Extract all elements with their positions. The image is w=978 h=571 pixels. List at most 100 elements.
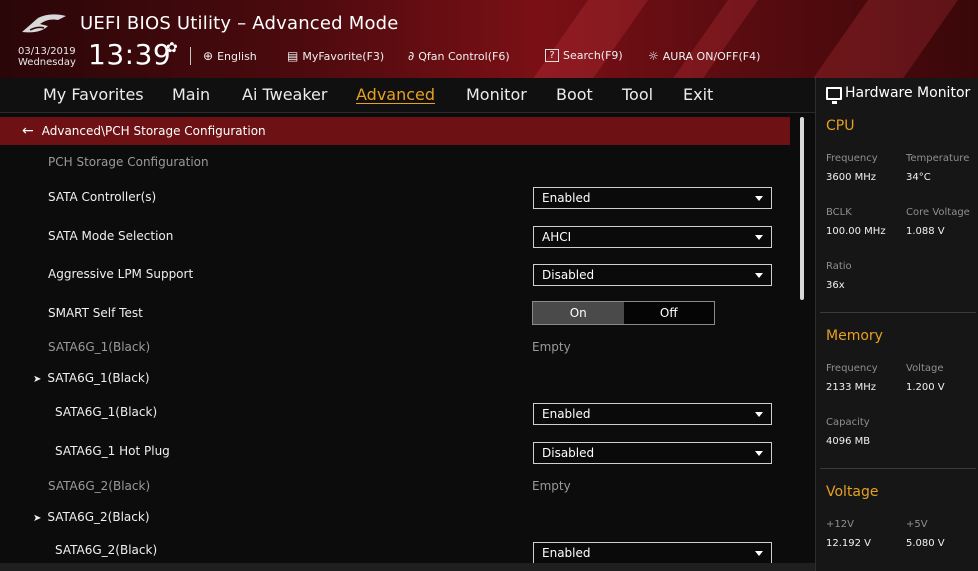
setting-label: SMART Self Test xyxy=(48,306,143,320)
myfavorite-button[interactable]: ▤ MyFavorite(F3) xyxy=(287,49,384,63)
memory-voltage-label: Voltage xyxy=(906,363,944,374)
header-decoration xyxy=(664,0,766,78)
submenu-label: ➤ SATA6G_1(Black) xyxy=(33,371,150,385)
weekday-text: Wednesday xyxy=(18,57,76,68)
submenu-sata1[interactable]: ➤ SATA6G_1(Black) xyxy=(0,367,790,403)
v12-label: +12V xyxy=(826,519,854,530)
v5-value: 5.080 V xyxy=(906,538,945,549)
setting-sata1-port: SATA6G_1(Black) Enabled xyxy=(0,399,790,435)
memory-voltage-value: 1.200 V xyxy=(906,382,945,393)
tab-my-favorites[interactable]: My Favorites xyxy=(43,85,144,104)
setting-label: SATA Mode Selection xyxy=(48,229,174,243)
section-title: PCH Storage Configuration xyxy=(48,155,209,169)
submenu-text: SATA6G_2(Black) xyxy=(47,510,150,524)
submenu-text: SATA6G_1(Black) xyxy=(47,371,150,385)
header-decoration xyxy=(524,0,656,78)
dropdown-value: AHCI xyxy=(542,230,572,244)
submenu-sata2[interactable]: ➤ SATA6G_2(Black) xyxy=(0,507,790,543)
search-button[interactable]: ? Search(F9) xyxy=(545,49,623,62)
question-box-icon: ? xyxy=(545,49,559,62)
port-status-value: Empty xyxy=(532,340,571,354)
sata-mode-dropdown[interactable]: AHCI xyxy=(533,226,772,248)
search-label: Search(F9) xyxy=(563,49,623,62)
cpu-heading: CPU xyxy=(826,118,855,134)
settings-list: PCH Storage Configuration SATA Controlle… xyxy=(0,145,800,571)
chevron-down-icon xyxy=(755,412,763,417)
chevron-down-icon xyxy=(755,196,763,201)
globe-icon: ⊕ xyxy=(203,49,214,63)
tab-boot[interactable]: Boot xyxy=(556,85,593,104)
gear-icon[interactable]: ✿ xyxy=(166,40,178,56)
tab-monitor[interactable]: Monitor xyxy=(466,85,527,104)
section-divider xyxy=(820,312,976,313)
date-text: 03/13/2019 xyxy=(18,46,76,57)
bottom-bar xyxy=(0,563,815,571)
setting-label: SATA6G_1(Black) xyxy=(55,405,158,419)
hw-title-text: Hardware Monitor xyxy=(845,85,971,101)
tab-tool[interactable]: Tool xyxy=(622,85,653,104)
port-status-value: Empty xyxy=(532,479,571,493)
chevron-down-icon xyxy=(755,273,763,278)
fan-icon: ∂ xyxy=(408,49,415,63)
submenu-arrow-icon: ➤ xyxy=(33,513,42,524)
hardware-monitor-panel: Hardware Monitor CPU Frequency Temperatu… xyxy=(815,78,978,571)
sata2-port-dropdown[interactable]: Enabled xyxy=(533,542,772,564)
cpu-temperature-label: Temperature xyxy=(906,153,970,164)
language-button[interactable]: ⊕ English xyxy=(203,49,257,63)
dropdown-value: Enabled xyxy=(542,546,591,560)
cpu-temperature-value: 34°C xyxy=(906,172,931,183)
date-display: 03/13/2019 Wednesday xyxy=(18,46,76,68)
aura-label: AURA ON/OFF(F4) xyxy=(662,49,761,63)
smart-self-test-toggle[interactable]: On Off xyxy=(532,301,715,325)
header-divider xyxy=(190,47,191,65)
clock: 13:39 xyxy=(88,38,172,71)
aggressive-lpm-dropdown[interactable]: Disabled xyxy=(533,264,772,286)
setting-label: SATA6G_1(Black) xyxy=(48,340,151,354)
settings-scrollbar[interactable] xyxy=(800,117,804,300)
aura-light-icon: ☼ xyxy=(648,49,659,63)
setting-sata1-hotplug: SATA6G_1 Hot Plug Disabled xyxy=(0,438,790,474)
tab-advanced[interactable]: Advanced xyxy=(356,85,435,104)
breadcrumb: ← Advanced\PCH Storage Configuration xyxy=(0,117,790,145)
qfan-control-button[interactable]: ∂ Qfan Control(F6) xyxy=(408,49,510,63)
toggle-off-option[interactable]: Off xyxy=(623,302,714,324)
core-voltage-value: 1.088 V xyxy=(906,226,945,237)
submenu-arrow-icon: ➤ xyxy=(33,374,42,385)
section-divider xyxy=(820,468,976,469)
language-label: English xyxy=(217,49,257,63)
section-header: PCH Storage Configuration xyxy=(0,145,790,181)
memory-frequency-label: Frequency xyxy=(826,363,878,374)
rog-logo-icon xyxy=(22,14,66,33)
title-bar: UEFI BIOS Utility – Advanced Mode 03/13/… xyxy=(0,0,978,78)
monitor-icon xyxy=(826,86,842,104)
setting-label: SATA6G_1 Hot Plug xyxy=(55,444,170,458)
sata-controllers-dropdown[interactable]: Enabled xyxy=(533,187,772,209)
setting-sata-controllers: SATA Controller(s) Enabled xyxy=(0,181,790,217)
setting-label: Aggressive LPM Support xyxy=(48,267,194,281)
tab-ai-tweaker[interactable]: Ai Tweaker xyxy=(242,85,327,104)
dropdown-value: Enabled xyxy=(542,407,591,421)
tab-main[interactable]: Main xyxy=(172,85,210,104)
sata1-port-dropdown[interactable]: Enabled xyxy=(533,403,772,425)
back-arrow-icon[interactable]: ← xyxy=(22,123,34,139)
header-decoration xyxy=(804,0,966,78)
sata1-hotplug-dropdown[interactable]: Disabled xyxy=(533,442,772,464)
submenu-label: ➤ SATA6G_2(Black) xyxy=(33,510,150,524)
aura-toggle-button[interactable]: ☼ AURA ON/OFF(F4) xyxy=(648,49,760,63)
setting-label: SATA Controller(s) xyxy=(48,190,157,204)
toggle-on-option[interactable]: On xyxy=(533,302,624,324)
setting-smart-self-test: SMART Self Test On Off xyxy=(0,298,790,334)
ratio-value: 36x xyxy=(826,280,845,291)
voltage-heading: Voltage xyxy=(826,484,879,500)
memory-capacity-value: 4096 MB xyxy=(826,436,871,447)
core-voltage-label: Core Voltage xyxy=(906,207,970,218)
cpu-frequency-value: 3600 MHz xyxy=(826,172,877,183)
app-title: UEFI BIOS Utility – Advanced Mode xyxy=(80,13,399,34)
tab-exit[interactable]: Exit xyxy=(683,85,713,104)
memory-heading: Memory xyxy=(826,328,883,344)
bclk-label: BCLK xyxy=(826,207,852,218)
chevron-down-icon xyxy=(755,451,763,456)
favorite-list-icon: ▤ xyxy=(287,49,299,63)
chevron-down-icon xyxy=(755,235,763,240)
bclk-value: 100.00 MHz xyxy=(826,226,886,237)
